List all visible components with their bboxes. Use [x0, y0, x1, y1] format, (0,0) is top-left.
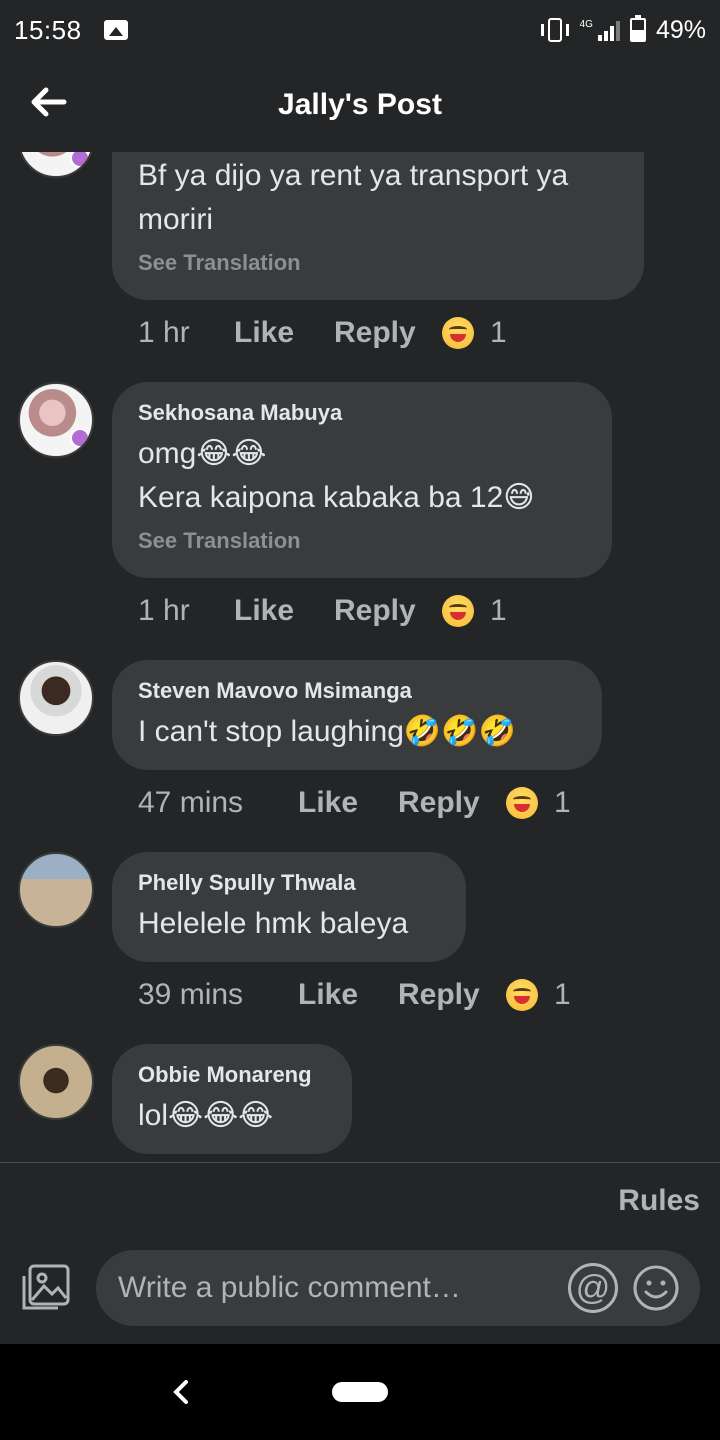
like-button[interactable]: Like — [298, 786, 398, 820]
laughing-emoji-icon[interactable] — [506, 787, 538, 819]
comment-time: 1 hr — [138, 594, 190, 627]
battery-percent: 49% — [655, 15, 706, 44]
avatar[interactable] — [18, 660, 94, 736]
see-translation-link[interactable]: See Translation — [138, 250, 618, 276]
commenter-name[interactable]: Obbie Monareng — [138, 1062, 326, 1088]
system-nav-bar — [0, 1344, 720, 1440]
status-bar: 15:58 4G 49% — [0, 0, 720, 60]
laughing-emoji-icon[interactable] — [506, 979, 538, 1011]
comment-bubble[interactable]: Obbie Monareng lol😂😂😂 — [112, 1044, 352, 1154]
commenter-name[interactable]: Sekhosana Mabuya — [138, 400, 586, 426]
battery-icon — [629, 15, 646, 42]
commenter-name[interactable]: Phelly Spully Thwala — [138, 870, 440, 896]
commenter-name[interactable]: Steven Mavovo Msimanga — [138, 678, 576, 704]
reaction-count[interactable]: 1 — [490, 594, 507, 628]
like-button[interactable]: Like — [234, 316, 334, 350]
comment-bubble[interactable]: Steven Mavovo Msimanga I can't stop laug… — [112, 660, 602, 770]
comments-feed[interactable]: Bf ya dijo ya rent ya transport ya morir… — [0, 152, 720, 1162]
reply-button[interactable]: Reply — [334, 594, 442, 628]
signal-icon: 4G — [580, 19, 620, 41]
photo-icon[interactable] — [20, 1262, 72, 1314]
divider — [0, 1162, 720, 1163]
rules-link[interactable]: Rules — [618, 1184, 700, 1218]
network-type: 4G — [579, 19, 593, 30]
avatar[interactable] — [18, 852, 94, 928]
chevron-left-icon[interactable] — [168, 1374, 192, 1410]
image-notification-icon — [103, 20, 128, 40]
comment-time: 47 mins — [138, 786, 244, 819]
reply-button[interactable]: Reply — [398, 978, 506, 1012]
comment-actions: 1 hr Like Reply 1 — [138, 316, 507, 350]
see-translation-link[interactable]: See Translation — [138, 528, 586, 554]
reply-button[interactable]: Reply — [334, 316, 442, 350]
comment-time: 1 hr — [138, 316, 190, 349]
frame-badge-icon — [70, 152, 90, 168]
app-header: Jally's Post — [0, 60, 720, 152]
vibrate-icon — [540, 18, 569, 42]
comment-time: 39 mins — [138, 978, 244, 1011]
laughing-emoji-icon[interactable] — [442, 595, 474, 627]
comment-actions: 47 mins Like Reply 1 — [138, 786, 571, 820]
reaction-count[interactable]: 1 — [554, 786, 571, 820]
reaction-count[interactable]: 1 — [490, 316, 507, 350]
comment-bubble[interactable]: Phelly Spully Thwala Helelele hmk baleya — [112, 852, 466, 962]
comment-actions: 1 hr Like Reply 1 — [138, 594, 507, 628]
comment-text: I can't stop laughing🤣🤣🤣 — [138, 715, 516, 748]
like-button[interactable]: Like — [234, 594, 334, 628]
status-time: 15:58 — [14, 14, 82, 45]
comment-actions: 39 mins Like Reply 1 — [138, 978, 571, 1012]
reply-button[interactable]: Reply — [398, 786, 506, 820]
avatar[interactable] — [18, 382, 94, 458]
frame-badge-icon — [70, 428, 90, 448]
comment-text: Helelele hmk baleya — [138, 907, 409, 940]
comment-composer[interactable]: @ — [96, 1250, 700, 1326]
page-title: Jally's Post — [278, 88, 442, 121]
comment-text: Bf ya dijo ya rent ya transport ya morir… — [138, 159, 569, 236]
avatar[interactable] — [18, 152, 94, 178]
laughing-emoji-icon[interactable] — [442, 317, 474, 349]
reaction-count[interactable]: 1 — [554, 978, 571, 1012]
comment-bubble[interactable]: Bf ya dijo ya rent ya transport ya morir… — [112, 152, 644, 300]
smiley-icon[interactable] — [632, 1264, 680, 1312]
comment-input[interactable] — [116, 1270, 568, 1306]
home-pill-icon[interactable] — [332, 1382, 388, 1402]
comment-text: omg😂😂 Kera kaipona kabaka ba 12😅 — [138, 437, 535, 514]
comment-text: lol😂😂😂 — [138, 1099, 274, 1132]
at-icon[interactable]: @ — [568, 1263, 618, 1313]
comment-bubble[interactable]: Sekhosana Mabuya omg😂😂 Kera kaipona kaba… — [112, 382, 612, 578]
like-button[interactable]: Like — [298, 978, 398, 1012]
avatar[interactable] — [18, 1044, 94, 1120]
